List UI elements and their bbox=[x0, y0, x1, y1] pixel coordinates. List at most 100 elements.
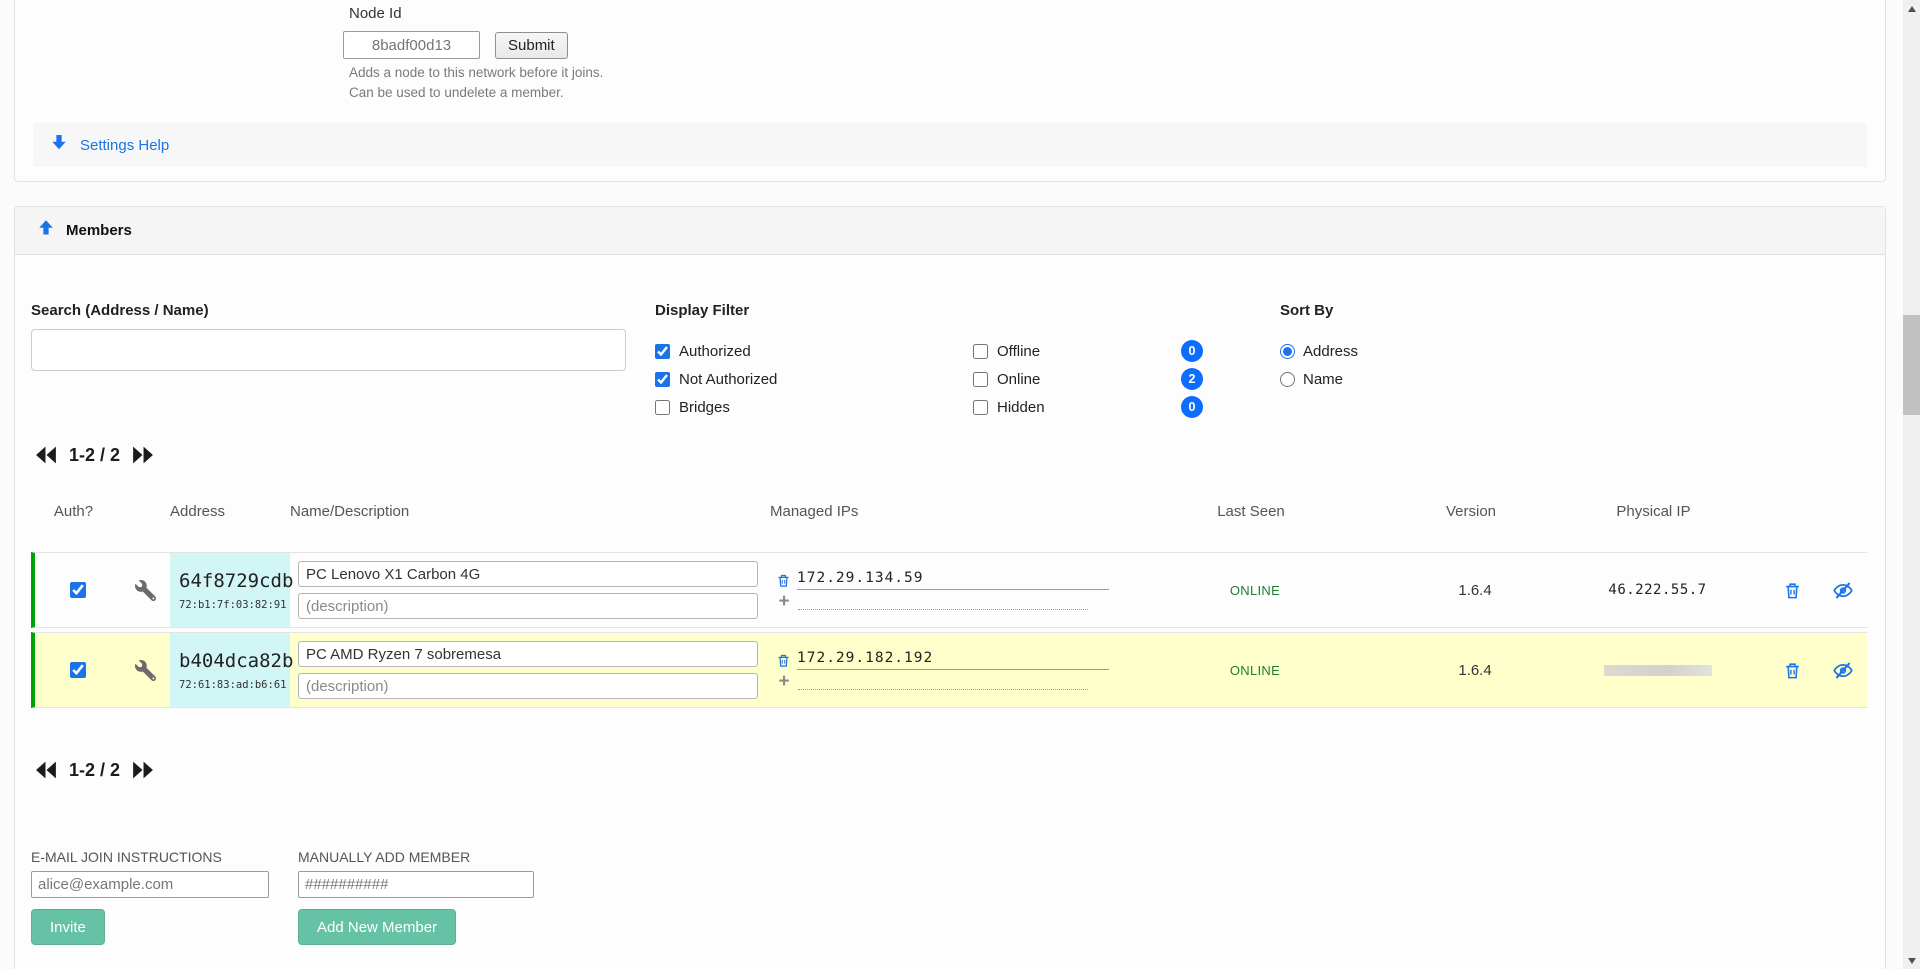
delete-member-icon[interactable] bbox=[1783, 660, 1802, 681]
delete-ip-icon[interactable] bbox=[776, 652, 791, 669]
member-mac: 72:61:83:ad:b6:61 bbox=[179, 678, 287, 691]
scroll-down-icon[interactable] bbox=[1903, 952, 1920, 969]
members-table-header: Auth? Address Name/Description Managed I… bbox=[31, 503, 1867, 520]
email-join-label: E-MAIL JOIN INSTRUCTIONS bbox=[31, 849, 222, 865]
redacted-physical-ip bbox=[1603, 664, 1712, 676]
authorized-label: Authorized bbox=[679, 342, 751, 360]
sort-name-label: Name bbox=[1303, 370, 1344, 388]
arrow-down-icon bbox=[50, 133, 68, 157]
col-address: Address bbox=[170, 503, 226, 520]
network-settings-card: Node Id Submit Adds a node to this netwo… bbox=[14, 0, 1886, 182]
members-title: Members bbox=[66, 222, 132, 239]
new-ip-input[interactable] bbox=[798, 675, 1088, 690]
add-new-member-button[interactable]: Add New Member bbox=[298, 909, 457, 945]
member-row: 64f8729cdb 72:b1:7f:03:82:91 172.29.134.… bbox=[31, 552, 1867, 628]
filter-authorized: Authorized bbox=[655, 340, 751, 362]
hide-member-eye-slash-icon[interactable] bbox=[1832, 660, 1854, 681]
page-forward-icon[interactable] bbox=[130, 759, 155, 781]
member-address-cell[interactable]: 64f8729cdb 72:b1:7f:03:82:91 bbox=[170, 553, 294, 627]
member-description-input[interactable] bbox=[298, 593, 758, 619]
new-ip-input[interactable] bbox=[798, 595, 1088, 610]
offline-label: Offline bbox=[997, 342, 1041, 360]
pagination-top: 1-2 / 2 bbox=[34, 444, 155, 466]
member-address: 64f8729cdb bbox=[179, 569, 294, 592]
pagination-bottom: 1-2 / 2 bbox=[34, 759, 155, 781]
sort-address-label: Address bbox=[1303, 342, 1359, 360]
members-card: Members Search (Address / Name) Display … bbox=[14, 206, 1886, 969]
sort-by-label: Sort By bbox=[1280, 302, 1334, 319]
member-description-input[interactable] bbox=[298, 673, 758, 699]
col-physical-ip: Physical IP bbox=[1616, 503, 1691, 520]
hide-member-eye-slash-icon[interactable] bbox=[1832, 580, 1854, 601]
not-authorized-checkbox[interactable] bbox=[655, 371, 670, 387]
delete-ip-icon[interactable] bbox=[776, 572, 791, 589]
member-address: b404dca82b bbox=[179, 649, 294, 672]
auth-checkbox[interactable] bbox=[69, 582, 86, 598]
hidden-count-badge: 0 bbox=[1181, 396, 1203, 418]
offline-count-badge: 0 bbox=[1181, 340, 1203, 362]
add-ip-icon[interactable]: + bbox=[776, 592, 792, 611]
online-count-badge: 2 bbox=[1181, 368, 1203, 390]
search-label: Search (Address / Name) bbox=[31, 302, 209, 319]
member-name-input[interactable] bbox=[298, 561, 758, 587]
member-name-input[interactable] bbox=[298, 641, 758, 667]
member-mac: 72:b1:7f:03:82:91 bbox=[179, 598, 287, 611]
settings-help-label: Settings Help bbox=[80, 136, 170, 154]
wrench-icon[interactable] bbox=[120, 553, 170, 627]
member-address-cell[interactable]: b404dca82b 72:61:83:ad:b6:61 bbox=[170, 633, 294, 707]
page-range: 1-2 / 2 bbox=[69, 444, 121, 465]
col-managed-ips: Managed IPs bbox=[770, 503, 859, 520]
invite-button[interactable]: Invite bbox=[31, 909, 105, 945]
managed-ip: 172.29.134.59 bbox=[797, 570, 1109, 590]
sort-name-radio[interactable] bbox=[1280, 371, 1295, 387]
submit-button[interactable]: Submit bbox=[495, 32, 568, 59]
settings-help-toggle[interactable]: Settings Help bbox=[33, 123, 1867, 167]
col-version: Version bbox=[1445, 503, 1497, 520]
managed-ip: 172.29.182.192 bbox=[797, 650, 1109, 670]
online-checkbox[interactable] bbox=[973, 371, 988, 387]
arrow-up-icon bbox=[37, 219, 55, 243]
search-input[interactable] bbox=[31, 329, 626, 371]
sort-address-radio[interactable] bbox=[1280, 343, 1295, 359]
node-id-help-line1: Adds a node to this network before it jo… bbox=[349, 65, 604, 80]
scrollbar-thumb[interactable] bbox=[1903, 315, 1920, 415]
scrollbar bbox=[1903, 0, 1920, 969]
not-authorized-label: Not Authorized bbox=[679, 370, 778, 388]
manual-add-input[interactable] bbox=[298, 871, 534, 898]
page-range: 1-2 / 2 bbox=[69, 759, 121, 780]
member-row: b404dca82b 72:61:83:ad:b6:61 172.29.182.… bbox=[31, 632, 1867, 708]
filter-online: Online bbox=[973, 368, 1040, 390]
offline-checkbox[interactable] bbox=[973, 343, 988, 359]
page-back-icon[interactable] bbox=[34, 444, 59, 466]
col-name-description: Name/Description bbox=[290, 503, 410, 520]
sort-name: Name bbox=[1280, 369, 1343, 389]
last-seen-status: ONLINE bbox=[1229, 662, 1281, 678]
scroll-up-icon[interactable] bbox=[1903, 0, 1920, 17]
last-seen-status: ONLINE bbox=[1229, 582, 1281, 598]
sort-address: Address bbox=[1280, 341, 1358, 361]
filter-not-authorized: Not Authorized bbox=[655, 368, 777, 390]
auth-checkbox[interactable] bbox=[69, 662, 86, 678]
page-forward-icon[interactable] bbox=[130, 444, 155, 466]
delete-member-icon[interactable] bbox=[1783, 580, 1802, 601]
online-label: Online bbox=[997, 370, 1041, 388]
page-back-icon[interactable] bbox=[34, 759, 59, 781]
add-ip-icon[interactable]: + bbox=[776, 672, 792, 691]
bridges-checkbox[interactable] bbox=[655, 399, 670, 415]
node-id-input[interactable] bbox=[343, 31, 480, 59]
col-auth: Auth? bbox=[53, 503, 94, 520]
members-section-toggle[interactable]: Members bbox=[15, 207, 1885, 255]
col-last-seen: Last Seen bbox=[1217, 503, 1285, 520]
bridges-label: Bridges bbox=[679, 398, 730, 416]
wrench-icon[interactable] bbox=[120, 633, 170, 707]
member-version: 1.6.4 bbox=[1458, 581, 1492, 599]
filter-hidden: Hidden bbox=[973, 396, 1045, 418]
physical-ip: 46.222.55.7 bbox=[1608, 582, 1707, 598]
node-id-label: Node Id bbox=[349, 5, 402, 22]
email-join-input[interactable] bbox=[31, 871, 269, 898]
display-filter-label: Display Filter bbox=[655, 302, 750, 319]
hidden-checkbox[interactable] bbox=[973, 399, 988, 415]
manual-add-label: MANUALLY ADD MEMBER bbox=[298, 849, 471, 865]
authorized-checkbox[interactable] bbox=[655, 343, 670, 359]
hidden-label: Hidden bbox=[997, 398, 1045, 416]
